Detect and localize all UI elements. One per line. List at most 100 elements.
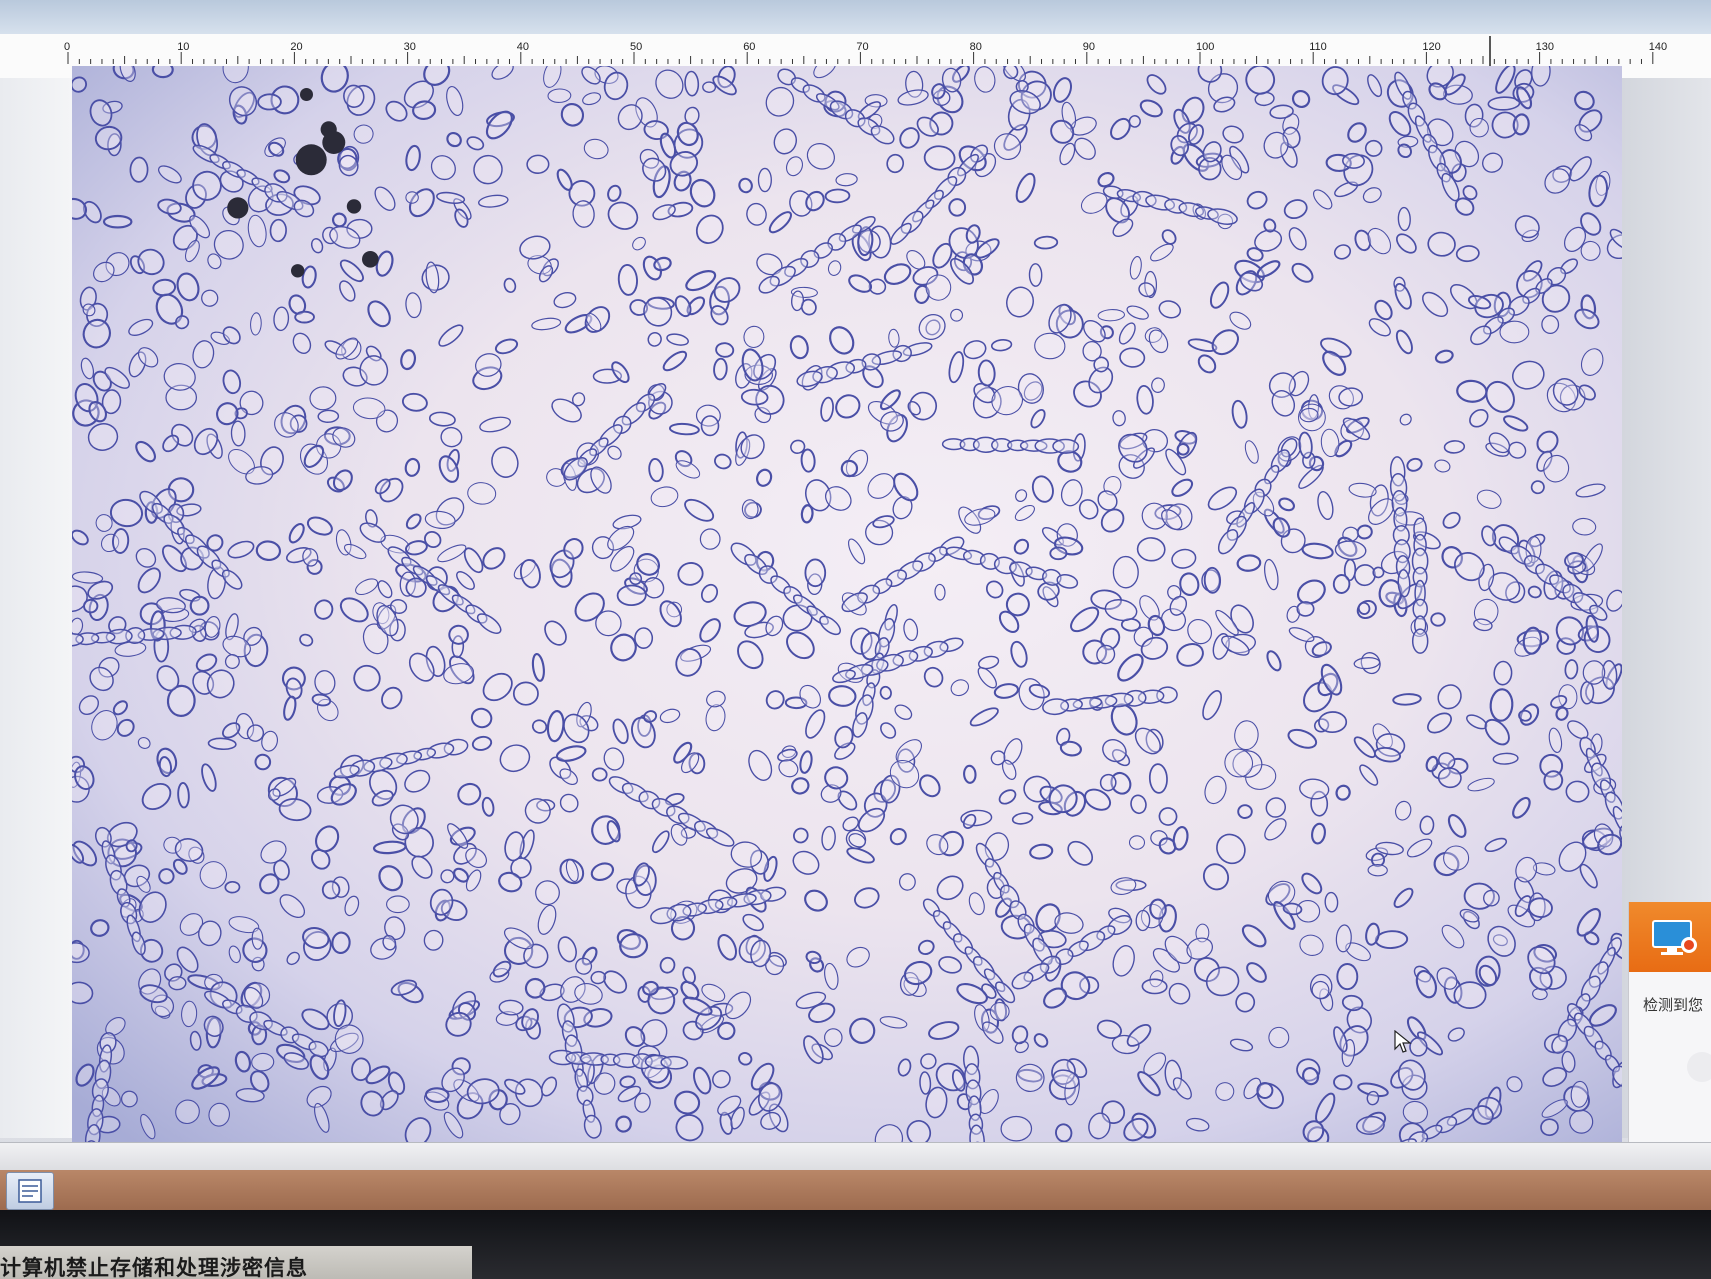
grain [715, 342, 735, 358]
taskbar [0, 1170, 1711, 1210]
grain [1443, 440, 1466, 454]
dark-inclusion [291, 264, 305, 278]
grain [230, 420, 246, 447]
grain [800, 504, 814, 524]
grain [269, 218, 287, 243]
window-title-bar [0, 0, 1711, 36]
grain [386, 895, 410, 914]
grain [1443, 845, 1470, 871]
grain [1342, 152, 1365, 169]
grain [1049, 546, 1068, 561]
monitor-icon [1652, 920, 1697, 955]
grain [804, 558, 827, 588]
grain [224, 880, 241, 894]
grain [498, 999, 524, 1016]
ruler-label: 90 [1083, 41, 1095, 53]
grain [1203, 566, 1222, 594]
grain [824, 188, 851, 204]
grain [1493, 660, 1513, 686]
grain [257, 93, 282, 111]
grain [1332, 574, 1351, 594]
grain [740, 388, 769, 406]
grain [317, 409, 340, 423]
grain [684, 70, 700, 97]
grain [1333, 1074, 1353, 1091]
grain [1136, 537, 1166, 562]
taskbar-app-icon[interactable] [6, 1172, 54, 1210]
mouse-cursor-icon [1394, 1030, 1412, 1053]
grain [934, 583, 946, 601]
popup-header [1629, 902, 1711, 972]
grain [151, 66, 174, 79]
grain [1409, 1037, 1428, 1057]
notification-popup[interactable]: 检测到您 [1628, 902, 1711, 1152]
grain [1430, 612, 1446, 627]
grain [129, 156, 149, 183]
ruler-label: 50 [630, 41, 642, 53]
grain [800, 448, 816, 473]
grain [713, 357, 728, 381]
grain [919, 1071, 932, 1095]
grain [1237, 804, 1253, 819]
grain [294, 310, 315, 324]
grain [702, 81, 717, 93]
grain [619, 933, 649, 959]
grain [1149, 898, 1167, 920]
sticker-text: 计算机禁止存储和处理涉密信息 [0, 1257, 308, 1279]
grain [309, 386, 337, 411]
status-bar [0, 1142, 1711, 1171]
grain [254, 753, 272, 771]
micrograph-image [72, 66, 1622, 1142]
grain [1453, 981, 1487, 1009]
grain [1367, 864, 1388, 877]
ruler-label: 0 [64, 41, 70, 53]
grain [1128, 835, 1146, 850]
ruler-label: 120 [1422, 41, 1440, 53]
popup-status-icon [1687, 1052, 1711, 1082]
grain [1148, 763, 1168, 794]
grain [595, 610, 622, 637]
grain [1135, 909, 1151, 932]
grain [1324, 891, 1339, 913]
grain [757, 167, 772, 193]
ruler-label: 10 [177, 41, 189, 53]
grain [1296, 601, 1315, 617]
document-app-icon [18, 1179, 42, 1203]
ruler-label: 80 [970, 41, 982, 53]
ruler-label: 30 [404, 41, 416, 53]
grain [700, 415, 720, 437]
grain [898, 873, 916, 891]
grain [963, 764, 977, 784]
grain [112, 528, 130, 554]
grain [1336, 963, 1359, 991]
grain [1397, 206, 1411, 232]
grain [1499, 320, 1530, 344]
dark-inclusion [295, 144, 327, 176]
ruler-label: 140 [1649, 41, 1667, 53]
grain [1033, 235, 1059, 250]
dark-inclusion [300, 88, 313, 101]
grain [1176, 442, 1190, 456]
grain [1318, 711, 1348, 734]
ruler-label: 60 [743, 41, 755, 53]
grain [616, 584, 647, 606]
grain [1236, 554, 1262, 572]
dark-inclusion [362, 251, 379, 268]
grain [255, 540, 282, 562]
grain [1374, 930, 1409, 949]
dark-inclusion [322, 131, 346, 154]
grain [948, 198, 967, 217]
micrograph-viewport[interactable] [72, 66, 1622, 1142]
grain [699, 528, 721, 550]
grain [1541, 314, 1560, 335]
grain [526, 154, 550, 174]
grain [512, 681, 539, 706]
screen: 0 10 20 30 40 50 60 70 80 90 100 110 120 130 140 检测到您 [0, 0, 1711, 1279]
ruler-label: 110 [1309, 41, 1327, 53]
left-panel [0, 78, 72, 1138]
ruler-label: 40 [517, 41, 529, 53]
dark-inclusion [227, 197, 249, 219]
grain [1456, 379, 1488, 403]
popup-message: 检测到您 [1643, 997, 1704, 1014]
grain [1119, 347, 1146, 368]
